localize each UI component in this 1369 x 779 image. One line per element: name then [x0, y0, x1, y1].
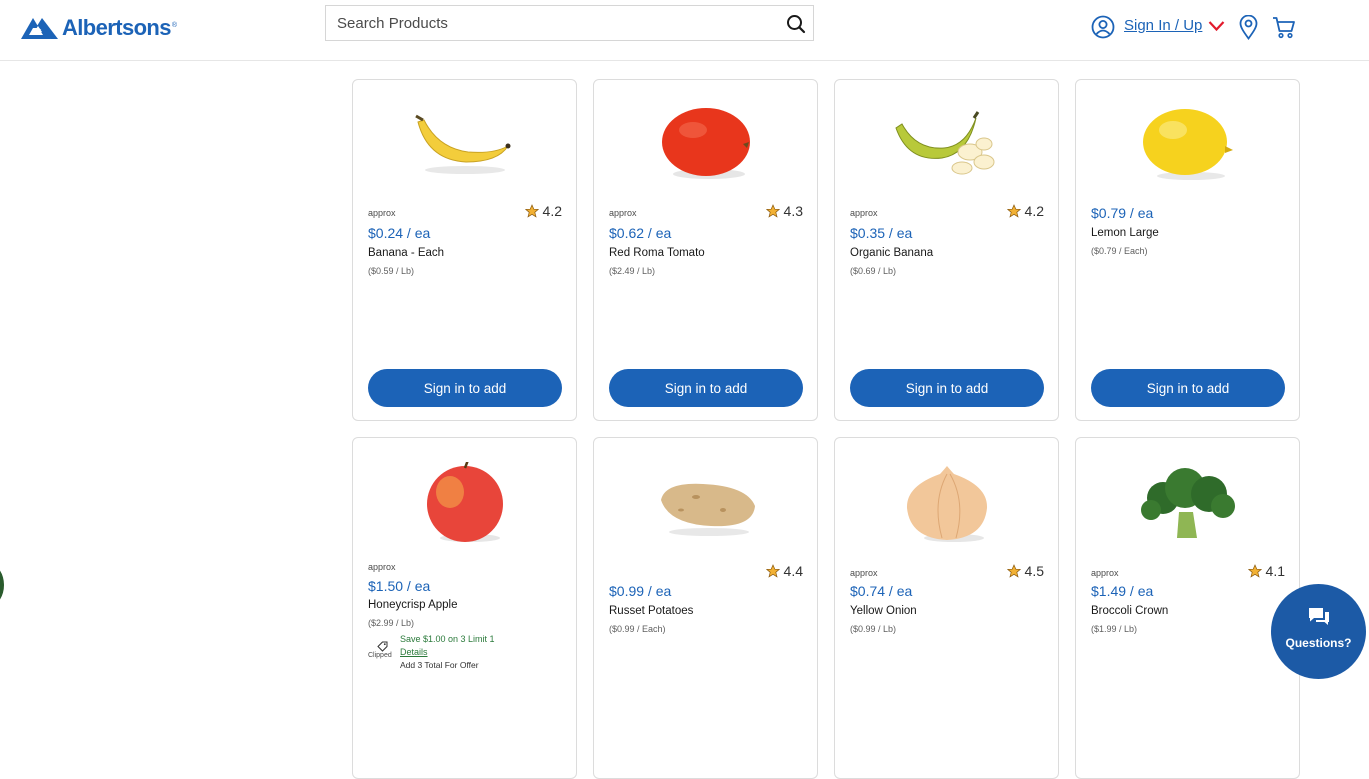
location-pin-icon[interactable]	[1239, 15, 1258, 40]
clipped-label: Clipped	[368, 652, 392, 659]
product-rating: 4.5	[1006, 563, 1044, 579]
offer-text: Save $1.00 on 3 Limit 1	[400, 634, 495, 644]
search-icon[interactable]	[785, 13, 807, 35]
cart-icon[interactable]	[1272, 16, 1296, 39]
potato-image	[660, 483, 755, 536]
product-card[interactable]: $0.79 / ea Lemon Large ($0.79 / Each) Si…	[1075, 79, 1300, 421]
onion-image	[906, 466, 987, 542]
brand-name: Albertsons	[62, 15, 172, 40]
product-name[interactable]: Lemon Large	[1091, 227, 1159, 239]
sign-in-link[interactable]: Sign In / Up	[1124, 17, 1202, 34]
product-name[interactable]: Russet Potatoes	[609, 605, 693, 617]
account-icon[interactable]	[1091, 15, 1115, 39]
apple-image	[426, 462, 503, 542]
unit-price: ($2.99 / Lb)	[368, 618, 415, 628]
unit-price: ($1.99 / Lb)	[1091, 624, 1138, 634]
product-price: $1.50 / ea	[368, 578, 431, 594]
product-price: $0.79 / ea	[1091, 205, 1154, 221]
product-card[interactable]: approx $1.50 / ea Honeycrisp Apple ($2.9…	[352, 437, 577, 779]
product-card[interactable]: 4.2 approx $0.24 / ea Banana - Each ($0.…	[352, 79, 577, 421]
chat-bubble-icon	[1309, 608, 1329, 625]
unit-price: ($0.99 / Each)	[609, 624, 666, 634]
product-price: $0.35 / ea	[850, 225, 913, 241]
organic-banana-image	[894, 111, 994, 175]
approx-label: approx	[609, 208, 637, 218]
unit-price: ($0.69 / Lb)	[850, 266, 897, 276]
coupon-offer: Clipped Save $1.00 on 3 Limit 1 Details …	[368, 634, 563, 674]
sign-in-to-add-button[interactable]: Sign in to add	[609, 369, 803, 407]
product-price: $1.49 / ea	[1091, 583, 1154, 599]
product-name[interactable]: Banana - Each	[368, 247, 444, 259]
product-card[interactable]: 4.1 approx $1.49 / ea Broccoli Crown ($1…	[1075, 437, 1300, 779]
approx-label: approx	[850, 568, 878, 578]
albertsons-logo-icon	[21, 18, 58, 39]
star-icon	[765, 204, 780, 218]
search-bar	[325, 5, 814, 41]
broccoli-image	[1140, 468, 1235, 538]
product-card[interactable]: 4.4 $0.99 / ea Russet Potatoes ($0.99 / …	[593, 437, 818, 779]
unit-price: ($0.99 / Lb)	[850, 624, 897, 634]
star-icon	[1247, 564, 1262, 578]
approx-label: approx	[368, 208, 396, 218]
product-name[interactable]: Organic Banana	[850, 247, 933, 259]
banana-image	[414, 114, 510, 174]
offer-details-link[interactable]: Details	[400, 647, 428, 657]
product-price: $0.62 / ea	[609, 225, 672, 241]
product-name[interactable]: Broccoli Crown	[1091, 605, 1168, 617]
product-name[interactable]: Yellow Onion	[850, 605, 917, 617]
unit-price: ($0.59 / Lb)	[368, 266, 415, 276]
product-name[interactable]: Red Roma Tomato	[609, 247, 705, 259]
star-icon	[765, 564, 780, 578]
chevron-down-icon[interactable]	[1208, 20, 1225, 32]
product-rating: 4.3	[765, 203, 803, 219]
albertsons-logo[interactable]: Albertsons ®	[20, 14, 177, 42]
registered-mark: ®	[171, 22, 178, 29]
search-input[interactable]	[326, 6, 777, 40]
rating-value: 4.1	[1265, 563, 1285, 579]
star-icon	[524, 204, 539, 218]
sign-in-to-add-button[interactable]: Sign in to add	[850, 369, 1044, 407]
product-rating: 4.2	[524, 203, 562, 219]
product-price: $0.74 / ea	[850, 583, 913, 599]
questions-label: Questions?	[1285, 636, 1352, 650]
unit-price: ($0.79 / Each)	[1091, 246, 1148, 256]
rating-value: 4.2	[542, 203, 562, 219]
sign-in-to-add-button[interactable]: Sign in to add	[1091, 369, 1285, 407]
star-icon	[1006, 564, 1021, 578]
product-card[interactable]: 4.3 approx $0.62 / ea Red Roma Tomato ($…	[593, 79, 818, 421]
product-price: $0.24 / ea	[368, 225, 431, 241]
lemon-image	[1142, 109, 1233, 180]
star-icon	[1006, 204, 1021, 218]
unit-price: ($2.49 / Lb)	[609, 266, 656, 276]
rating-value: 4.4	[783, 563, 803, 579]
product-price: $0.99 / ea	[609, 583, 672, 599]
tomato-image	[661, 108, 750, 179]
product-rating: 4.2	[1006, 203, 1044, 219]
side-feedback-bubble[interactable]	[0, 565, 4, 605]
approx-label: approx	[368, 562, 396, 572]
product-rating: 4.1	[1247, 563, 1285, 579]
approx-label: approx	[1091, 568, 1119, 578]
rating-value: 4.2	[1024, 203, 1044, 219]
site-header: Albertsons ® Sign In / Up	[0, 0, 1369, 61]
offer-note: Add 3 Total For Offer	[400, 660, 479, 670]
approx-label: approx	[850, 208, 878, 218]
questions-chat-button[interactable]: Questions?	[1271, 584, 1366, 679]
product-rating: 4.4	[765, 563, 803, 579]
rating-value: 4.5	[1024, 563, 1044, 579]
product-card[interactable]: 4.2 approx $0.35 / ea Organic Banana ($0…	[834, 79, 1059, 421]
sign-in-to-add-button[interactable]: Sign in to add	[368, 369, 562, 407]
product-name[interactable]: Honeycrisp Apple	[368, 599, 458, 611]
product-card[interactable]: 4.5 approx $0.74 / ea Yellow Onion ($0.9…	[834, 437, 1059, 779]
rating-value: 4.3	[783, 203, 803, 219]
